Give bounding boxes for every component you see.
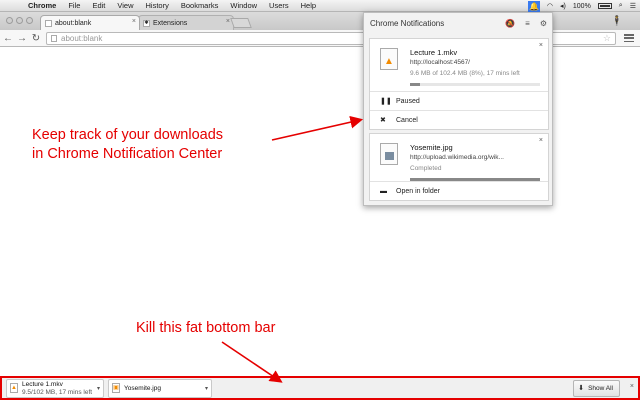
menu-status-area: 🔔 ◠ ◂) 100% ⌕ ☰	[527, 0, 636, 12]
battery-percent[interactable]: 100%	[573, 3, 591, 10]
page-icon	[51, 35, 57, 42]
menu-window[interactable]: Window	[224, 1, 263, 10]
menu-file[interactable]: File	[62, 1, 86, 10]
chevron-down-icon[interactable]: ▾	[205, 385, 208, 392]
cancel-x-icon: ✖	[380, 117, 386, 124]
menu-bar: Chrome File Edit View History Bookmarks …	[0, 0, 640, 12]
paused-action[interactable]: ❚❚ Paused	[370, 91, 548, 111]
cancel-action[interactable]: ✖ Cancel	[370, 110, 548, 130]
show-all-button[interactable]: ⬇ Show All	[573, 380, 620, 397]
notification-status: Completed	[410, 165, 442, 172]
tab-title: about:blank	[55, 19, 92, 27]
tab-close-icon[interactable]: ×	[132, 18, 136, 25]
tab-close-icon[interactable]: ×	[226, 18, 230, 25]
menu-users[interactable]: Users	[263, 1, 295, 10]
menu-bookmarks[interactable]: Bookmarks	[175, 1, 225, 10]
progress-fill	[410, 83, 421, 86]
spotlight-search-icon[interactable]: ⌕	[619, 2, 623, 10]
shelf-item-status: 9.5/102 MB, 17 mins left	[22, 389, 93, 396]
annotation-arrow-top	[271, 115, 364, 141]
puzzle-piece-icon: ✱	[143, 20, 150, 27]
notification-status: 9.6 MB of 102.4 MB (8%), 17 mins left	[410, 70, 520, 77]
action-label: Open in folder	[396, 188, 440, 195]
forward-arrow-icon[interactable]: →	[16, 33, 28, 44]
video-file-icon: ▲	[380, 48, 398, 70]
download-notification-yosemite[interactable]: Yosemite.jpg http://upload.wikimedia.org…	[369, 133, 549, 201]
pause-icon: ❚❚	[380, 98, 392, 105]
address-text[interactable]: about:blank	[61, 34, 102, 43]
action-label: Paused	[396, 98, 420, 105]
menu-chrome[interactable]: Chrome	[22, 1, 62, 10]
menu-view[interactable]: View	[111, 1, 139, 10]
menu-help[interactable]: Help	[295, 1, 322, 10]
download-notification-lecture[interactable]: ▲ Lecture 1.mkv http://localhost:4567/ 9…	[369, 38, 549, 130]
zoom-window-button[interactable]	[26, 17, 33, 24]
notification-center-controls: 🔕 ≡ ⚙	[505, 19, 547, 28]
notification-list-icon[interactable]: ☰	[630, 2, 636, 10]
wifi-icon[interactable]: ◠	[547, 2, 553, 10]
notification-url: http://localhost:4567/	[410, 59, 470, 66]
clear-all-icon[interactable]: ≡	[525, 19, 530, 28]
page-icon	[45, 20, 52, 27]
tab-extensions[interactable]: ✱ Extensions ×	[138, 15, 234, 30]
notification-bell-icon[interactable]: 🔔	[527, 0, 540, 12]
image-file-icon: ▣	[112, 383, 120, 393]
back-arrow-icon[interactable]: ←	[2, 33, 14, 44]
chevron-down-icon[interactable]: ▾	[97, 385, 100, 392]
notification-center: Chrome Notifications 🔕 ≡ ⚙ ▲ Lecture 1.m…	[363, 12, 553, 206]
shelf-item-lecture[interactable]: ▲ Lecture 1.mkv 9.5/102 MB, 17 mins left…	[6, 379, 104, 398]
dismiss-icon[interactable]: ×	[539, 137, 543, 144]
dismiss-icon[interactable]: ×	[539, 42, 543, 49]
tab-title: Extensions	[153, 19, 188, 27]
settings-gear-icon[interactable]: ⚙	[540, 19, 547, 28]
tab-about-blank[interactable]: about:blank ×	[40, 15, 140, 30]
action-label: Cancel	[396, 117, 418, 124]
folder-icon: ▬	[380, 188, 387, 195]
annotation-top-line2: in Chrome Notification Center	[32, 146, 223, 162]
close-shelf-icon[interactable]: ×	[630, 383, 634, 390]
download-progress-bar	[410, 83, 540, 86]
notification-title: Yosemite.jpg	[410, 143, 453, 152]
video-file-icon: ▲	[10, 383, 18, 393]
open-in-folder-action[interactable]: ▬ Open in folder	[370, 181, 548, 201]
download-arrow-icon: ⬇	[578, 385, 584, 392]
show-all-label: Show All	[588, 385, 613, 392]
chrome-menu-icon[interactable]	[624, 33, 634, 43]
notification-url: http://upload.wikimedia.org/wik...	[410, 154, 504, 161]
do-not-disturb-icon[interactable]: 🔕	[505, 19, 515, 28]
shelf-item-name: Lecture 1.mkv	[22, 381, 63, 388]
annotation-top-line1: Keep track of your downloads	[32, 127, 224, 143]
image-file-icon	[380, 143, 398, 165]
new-tab-button[interactable]	[230, 18, 252, 28]
reload-icon[interactable]: ↻	[30, 33, 42, 44]
shelf-item-name: Yosemite.jpg	[124, 385, 161, 392]
bookmark-star-icon[interactable]: ☆	[603, 33, 611, 44]
shelf-item-yosemite[interactable]: ▣ Yosemite.jpg ▾	[108, 379, 212, 398]
menu-history[interactable]: History	[140, 1, 175, 10]
download-shelf: ▲ Lecture 1.mkv 9.5/102 MB, 17 mins left…	[0, 376, 640, 400]
volume-icon[interactable]: ◂)	[560, 2, 566, 10]
minimize-window-button[interactable]	[16, 17, 23, 24]
close-window-button[interactable]	[6, 17, 13, 24]
menu-edit[interactable]: Edit	[86, 1, 111, 10]
battery-icon[interactable]	[597, 3, 612, 9]
notification-title: Lecture 1.mkv	[410, 48, 458, 57]
annotation-bottom: Kill this fat bottom bar	[136, 320, 276, 336]
profile-avatar-icon[interactable]: 🕴	[610, 15, 624, 28]
